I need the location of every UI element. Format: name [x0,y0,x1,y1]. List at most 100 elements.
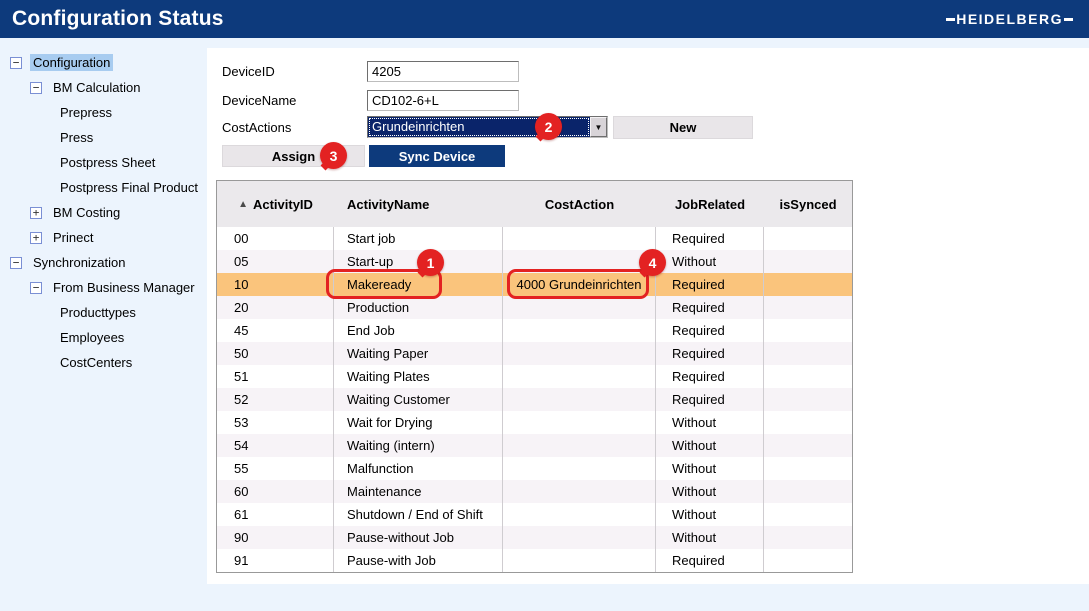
cell-activityname: Makeready [334,273,503,296]
cell-jobrelated: Required [656,549,764,572]
table-row[interactable]: 50Waiting PaperRequired [217,342,852,365]
cell-activityid: 20 [217,296,334,319]
table-row[interactable]: 52Waiting CustomerRequired [217,388,852,411]
cell-activityname: Wait for Drying [334,411,503,434]
cell-costaction [503,434,656,457]
cell-activityname: Shutdown / End of Shift [334,503,503,526]
tree-item-configuration[interactable]: −Configuration [5,50,205,75]
sync-device-button[interactable]: Sync Device [369,145,505,167]
table-row[interactable]: 05Start-upWithout [217,250,852,273]
cost-actions-dropdown[interactable]: Grundeinrichten ▼ [367,116,608,138]
table-row[interactable]: 54Waiting (intern)Without [217,434,852,457]
cell-costaction [503,457,656,480]
tree-item-label[interactable]: From Business Manager [50,279,198,296]
app-header: Configuration Status HEIDELBERG [0,0,1089,38]
annotation-badge-3: 3 [320,142,347,169]
cell-activityid: 90 [217,526,334,549]
collapse-icon[interactable]: − [10,257,22,269]
table-row[interactable]: 60MaintenanceWithout [217,480,852,503]
tree-item-label[interactable]: Prinect [50,229,96,246]
tree-item-bm-costing[interactable]: + BM Costing [5,200,205,225]
device-name-label: DeviceName [222,93,296,108]
cell-jobrelated: Required [656,227,764,250]
column-header-activityname[interactable]: ActivityName [334,181,503,227]
nav-tree: −Configuration−BM CalculationPrepressPre… [5,50,205,375]
tree-item-producttypes[interactable]: Producttypes [5,300,205,325]
cell-issynced [764,250,852,273]
table-row[interactable]: 45End JobRequired [217,319,852,342]
tree-item-synchronization[interactable]: −Synchronization [5,250,205,275]
tree-item-label[interactable]: Configuration [30,54,113,71]
cell-jobrelated: Without [656,411,764,434]
tree-item-label[interactable]: Employees [57,329,127,346]
table-row[interactable]: 90Pause-without JobWithout [217,526,852,549]
tree-item-employees[interactable]: Employees [5,325,205,350]
expand-icon[interactable]: + [30,232,42,244]
cell-jobrelated: Without [656,503,764,526]
cell-activityname: Malfunction [334,457,503,480]
cell-activityname: Pause-with Job [334,549,503,572]
tree-item-from-business-manager[interactable]: −From Business Manager [5,275,205,300]
cell-jobrelated: Required [656,273,764,296]
tree-item-label[interactable]: Postpress Sheet [57,154,158,171]
table-row[interactable]: 53Wait for Drying Without [217,411,852,434]
cell-issynced [764,227,852,250]
sort-ascending-icon: ▲ [238,199,248,210]
column-header-label: ActivityID [253,197,313,212]
cell-issynced [764,319,852,342]
cell-activityid: 53 [217,411,334,434]
tree-item-label[interactable]: Producttypes [57,304,139,321]
cell-costaction [503,549,656,572]
collapse-icon[interactable]: − [30,82,42,94]
tree-item-label[interactable]: CostCenters [57,354,135,371]
column-header-costaction[interactable]: CostAction [503,181,656,227]
expand-icon[interactable]: + [30,207,42,219]
column-header-activityid[interactable]: ▲ ActivityID [217,181,334,227]
tree-item-label[interactable]: Postpress Final Product [57,179,201,196]
tree-item-label[interactable]: Press [57,129,96,146]
tree-item-label[interactable]: BM Costing [50,204,123,221]
activity-table-body: 00Start jobRequired05Start-upWithout10Ma… [217,227,852,572]
tree-item-label[interactable]: Synchronization [30,254,129,271]
cell-activityid: 10 [217,273,334,296]
tree-item-postpress-sheet[interactable]: Postpress Sheet [5,150,205,175]
cell-costaction [503,480,656,503]
table-row[interactable]: 00Start jobRequired [217,227,852,250]
logo-dash-right [1064,18,1073,21]
cell-issynced [764,342,852,365]
collapse-icon[interactable]: − [10,57,22,69]
column-header-issynced[interactable]: isSynced [764,181,852,227]
tree-item-prinect[interactable]: + Prinect [5,225,205,250]
device-id-input[interactable] [367,61,519,82]
tree-item-postpress-final-product[interactable]: Postpress Final Product [5,175,205,200]
cell-issynced [764,526,852,549]
table-row[interactable]: 91Pause-with JobRequired [217,549,852,572]
tree-item-costcenters[interactable]: CostCenters [5,350,205,375]
table-row[interactable]: 55MalfunctionWithout [217,457,852,480]
cell-issynced [764,549,852,572]
dropdown-arrow-icon[interactable]: ▼ [590,117,607,137]
page-title: Configuration Status [0,7,224,31]
cell-activityname: Waiting Customer [334,388,503,411]
device-name-input[interactable] [367,90,519,111]
new-button[interactable]: New [613,116,753,139]
cell-jobrelated: Without [656,526,764,549]
cell-jobrelated: Required [656,319,764,342]
cell-issynced [764,388,852,411]
tree-item-press[interactable]: Press [5,125,205,150]
table-row[interactable]: 10Makeready4000 GrundeinrichtenRequired [217,273,852,296]
tree-item-prepress[interactable]: Prepress [5,100,205,125]
tree-item-label[interactable]: BM Calculation [50,79,143,96]
cell-issynced [764,273,852,296]
collapse-icon[interactable]: − [30,282,42,294]
table-row[interactable]: 61Shutdown / End of ShiftWithout [217,503,852,526]
table-row[interactable]: 51Waiting PlatesRequired [217,365,852,388]
table-header-row: ▲ ActivityID ActivityName CostAction Job… [217,181,852,227]
tree-item-bm-calculation[interactable]: −BM Calculation [5,75,205,100]
tree-item-label[interactable]: Prepress [57,104,115,121]
column-header-jobrelated[interactable]: JobRelated [656,181,764,227]
cell-issynced [764,434,852,457]
table-row[interactable]: 20ProductionRequired [217,296,852,319]
cell-activityid: 60 [217,480,334,503]
cell-issynced [764,411,852,434]
